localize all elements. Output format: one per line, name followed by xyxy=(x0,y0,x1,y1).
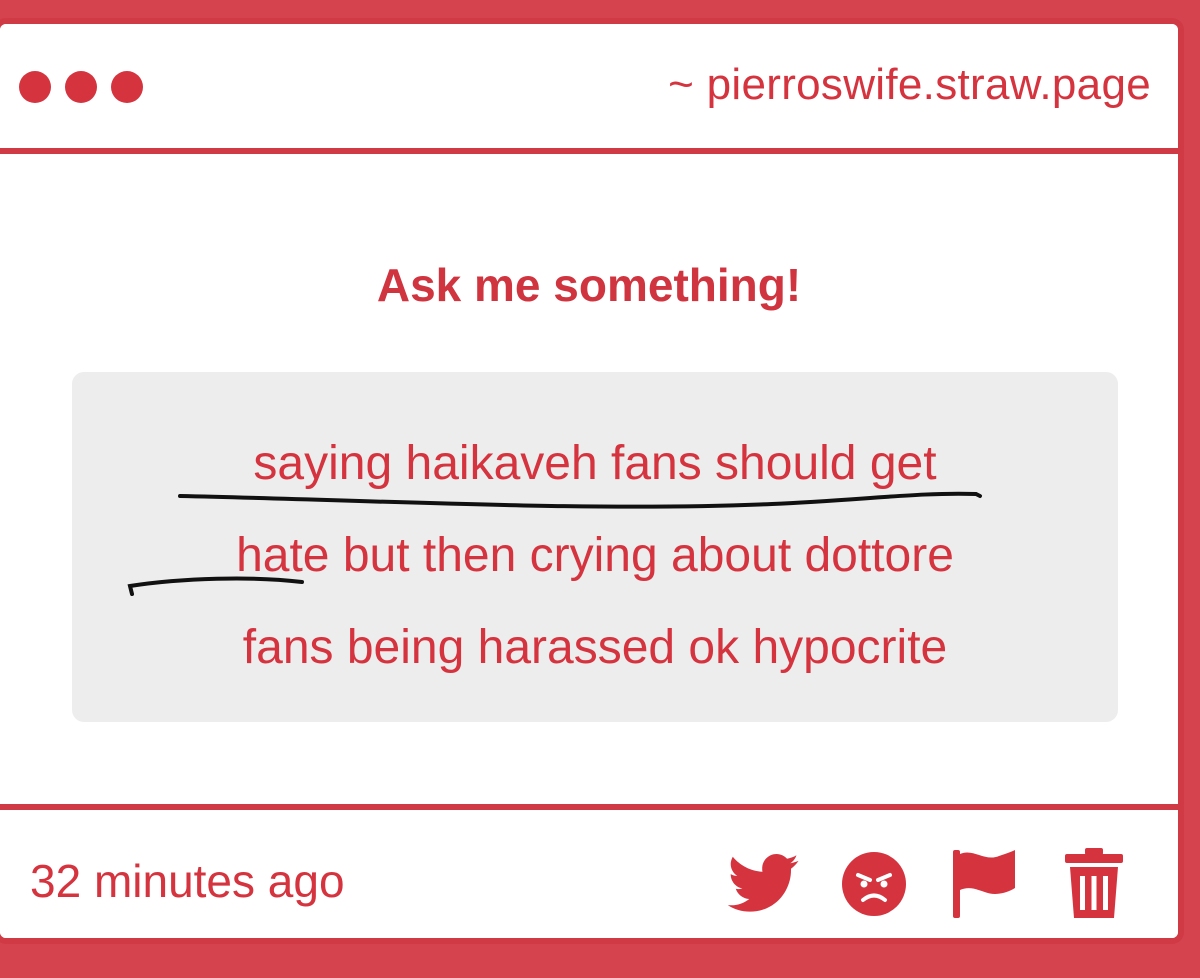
question-line: saying haikaveh fans should get xyxy=(253,437,937,490)
window-dot-icon[interactable] xyxy=(19,71,51,103)
window-dot-icon[interactable] xyxy=(111,71,143,103)
share-twitter-button[interactable] xyxy=(728,848,800,920)
delete-button[interactable] xyxy=(1058,848,1130,920)
page-title: Ask me something! xyxy=(376,259,802,311)
flag-icon xyxy=(953,850,1015,918)
action-bar xyxy=(728,848,1130,920)
twitter-icon xyxy=(728,854,799,912)
browser-window: ~ pierroswife.straw.page Ask me somethin… xyxy=(0,18,1184,944)
react-angry-button[interactable] xyxy=(838,848,910,920)
question-card: Ask me something! saying haikaveh fans s… xyxy=(0,154,1178,804)
window-controls xyxy=(19,71,143,103)
question-text: saying haikaveh fans should get hate but… xyxy=(112,418,1078,694)
question-line: hate but then crying about dottore xyxy=(236,529,954,582)
question-line: fans being harassed ok hypocrite xyxy=(242,621,948,674)
question-box: saying haikaveh fans should get hate but… xyxy=(72,372,1118,722)
report-button[interactable] xyxy=(948,848,1020,920)
window-dot-icon[interactable] xyxy=(65,71,97,103)
angry-face-icon xyxy=(842,852,906,916)
page-frame: ~ pierroswife.straw.page Ask me somethin… xyxy=(0,0,1200,978)
timestamp: 32 minutes ago xyxy=(30,855,345,907)
card-footer: 32 minutes ago xyxy=(0,804,1178,938)
page-bottom-strip xyxy=(0,944,1200,978)
page-url[interactable]: ~ pierroswife.straw.page xyxy=(668,60,1151,110)
trash-icon xyxy=(1065,848,1123,918)
title-bar: ~ pierroswife.straw.page xyxy=(0,24,1178,154)
